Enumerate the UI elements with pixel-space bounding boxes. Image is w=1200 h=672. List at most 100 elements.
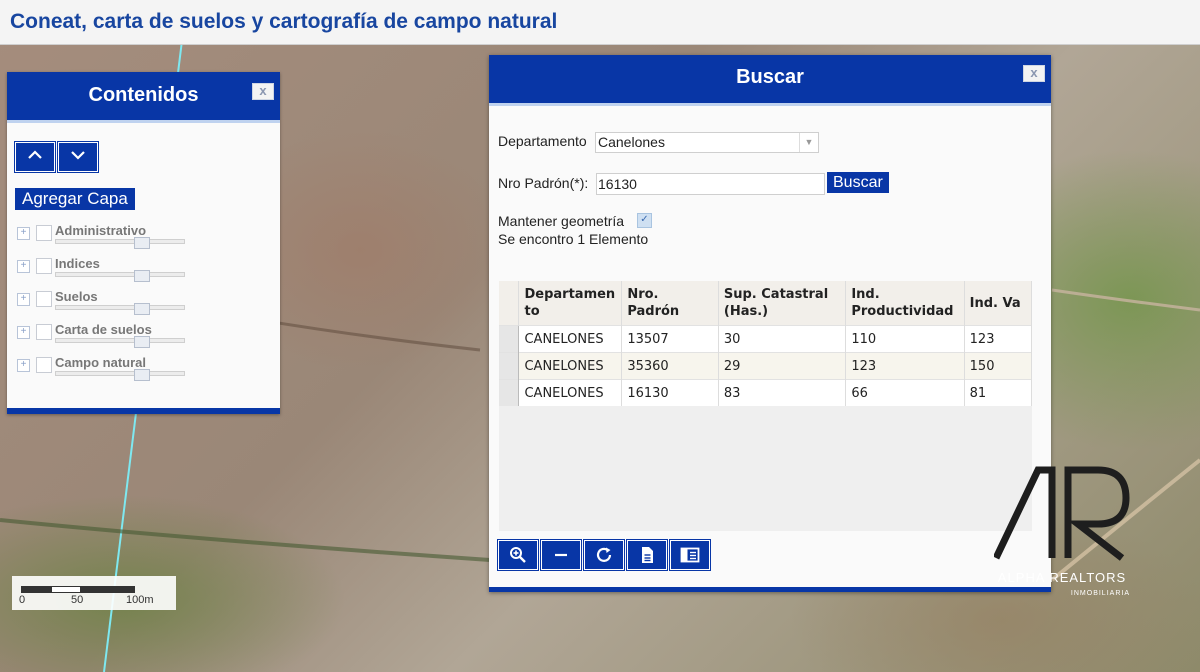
layer-checkbox[interactable] (36, 225, 52, 241)
opacity-slider-handle[interactable] (134, 369, 150, 381)
results-table: Departamen to Nro. Padrón Sup. Catastral… (499, 281, 1032, 406)
buscar-button[interactable]: Buscar (827, 172, 889, 193)
departamento-value: Canelones (598, 134, 665, 150)
table-cell: 110 (845, 325, 965, 353)
mantener-geometria-label: Mantener geometría (498, 213, 625, 229)
table-cell: 16130 (621, 379, 719, 406)
ar-logo-icon (992, 466, 1130, 561)
results-grid: Departamen to Nro. Padrón Sup. Catastral… (499, 281, 1032, 531)
opacity-slider-handle[interactable] (134, 303, 150, 315)
opacity-slider-handle[interactable] (134, 237, 150, 249)
buscar-dialog: Buscar x Departamento Canelones ▼ Nro Pa… (489, 55, 1051, 592)
scale-segment (51, 586, 81, 593)
alpha-realtors-logo: ALPHA REALTORS INMOBILIARIA (992, 466, 1134, 606)
scale-label: 50 (71, 594, 84, 606)
export-document-button[interactable] (627, 540, 667, 570)
padron-label: Nro Padrón(*): (498, 175, 589, 191)
table-header-row: Departamen to Nro. Padrón Sup. Catastral… (499, 281, 1032, 326)
table-cell: 81 (964, 379, 1032, 406)
app-header: Coneat, carta de suelos y cartografía de… (0, 0, 1200, 45)
chevron-up-icon (28, 150, 42, 159)
column-header[interactable]: Nro. Padrón (621, 281, 719, 326)
table-cell: 35360 (621, 352, 719, 380)
document-icon (642, 547, 653, 563)
expand-icon[interactable]: + (17, 227, 30, 240)
remove-result-button[interactable] (541, 540, 581, 570)
refresh-button[interactable] (584, 540, 624, 570)
table-cell: 66 (845, 379, 965, 406)
layer-name: Administrativo (55, 223, 147, 238)
expand-icon[interactable]: + (17, 293, 30, 306)
contenidos-panel: Contenidos x Agregar Capa + Administrati… (7, 72, 280, 414)
row-selector[interactable] (499, 352, 520, 380)
layer-checkbox[interactable] (36, 291, 52, 307)
layer-checkbox[interactable] (36, 324, 52, 340)
layer-item-campo-natural: + Campo natural (17, 355, 277, 385)
expand-icon[interactable]: + (17, 359, 30, 372)
departamento-select[interactable]: Canelones ▼ (595, 132, 819, 153)
opacity-slider-track[interactable] (55, 272, 185, 277)
column-header[interactable]: Ind. Productividad (845, 281, 965, 326)
scale-label: 100m (126, 594, 154, 606)
layer-item-carta-de-suelos: + Carta de suelos (17, 322, 277, 352)
table-row[interactable]: CANELONES 16130 83 66 81 (499, 379, 1032, 406)
agregar-capa-button[interactable]: Agregar Capa (15, 188, 135, 210)
panel-bottom-bar (7, 408, 280, 414)
table-row[interactable]: CANELONES 13507 30 110 123 (499, 325, 1032, 353)
move-layer-up-button[interactable] (15, 142, 55, 172)
layer-checkbox[interactable] (36, 258, 52, 274)
table-cell: CANELONES (518, 379, 623, 406)
opacity-slider-track[interactable] (55, 239, 185, 244)
logo-sub-text: INMOBILIARIA (1070, 590, 1130, 597)
table-cell: CANELONES (518, 352, 623, 380)
opacity-slider-track[interactable] (55, 338, 185, 343)
departamento-label: Departamento (498, 133, 587, 149)
table-cell: 30 (718, 325, 847, 353)
layer-item-administrativo: + Administrativo (17, 223, 277, 253)
move-layer-down-button[interactable] (58, 142, 98, 172)
scale-segment (21, 586, 51, 593)
padron-input[interactable] (596, 173, 825, 195)
layer-name: Campo natural (55, 355, 147, 370)
table-cell: 150 (964, 352, 1032, 380)
scale-segment (81, 586, 135, 593)
table-cell: 83 (718, 379, 847, 406)
view-details-button[interactable] (670, 540, 710, 570)
opacity-slider-handle[interactable] (134, 336, 150, 348)
opacity-slider-track[interactable] (55, 371, 185, 376)
details-panel-icon (680, 547, 700, 563)
column-header[interactable]: Departamen to (518, 281, 623, 326)
layer-checkbox[interactable] (36, 357, 52, 373)
layer-item-suelos: + Suelos (17, 289, 277, 319)
close-buscar-button[interactable]: x (1023, 65, 1045, 82)
layer-name: Suelos (55, 289, 98, 304)
opacity-slider-handle[interactable] (134, 270, 150, 282)
buscar-title: Buscar (736, 66, 804, 88)
table-cell: 123 (845, 352, 965, 380)
table-cell: 123 (964, 325, 1032, 353)
zoom-to-result-button[interactable] (498, 540, 538, 570)
table-cell: CANELONES (518, 325, 623, 353)
contenidos-title: Contenidos (88, 84, 199, 106)
table-cell: 29 (718, 352, 847, 380)
chevron-down-icon[interactable]: ▼ (799, 133, 818, 152)
buscar-header: Buscar x (489, 55, 1051, 106)
table-cell: 13507 (621, 325, 719, 353)
opacity-slider-track[interactable] (55, 305, 185, 310)
row-selector[interactable] (499, 325, 520, 353)
result-count-text: Se encontro 1 Elemento (498, 231, 649, 247)
zoom-in-icon (510, 547, 526, 563)
layer-name: Carta de suelos (55, 322, 152, 337)
contenidos-header: Contenidos x (7, 72, 280, 123)
expand-icon[interactable]: + (17, 326, 30, 339)
table-row[interactable]: CANELONES 35360 29 123 150 (499, 352, 1032, 380)
expand-icon[interactable]: + (17, 260, 30, 273)
chevron-down-icon (71, 151, 85, 160)
row-selector[interactable] (499, 379, 520, 406)
scale-label: 0 (19, 594, 26, 606)
close-contenidos-button[interactable]: x (252, 83, 274, 100)
column-header[interactable]: Ind. Va (964, 281, 1032, 326)
mantener-geometria-checkbox[interactable]: ✓ (637, 213, 652, 228)
column-header[interactable]: Sup. Catastral (Has.) (718, 281, 847, 326)
layer-item-indices: + Indices (17, 256, 277, 286)
